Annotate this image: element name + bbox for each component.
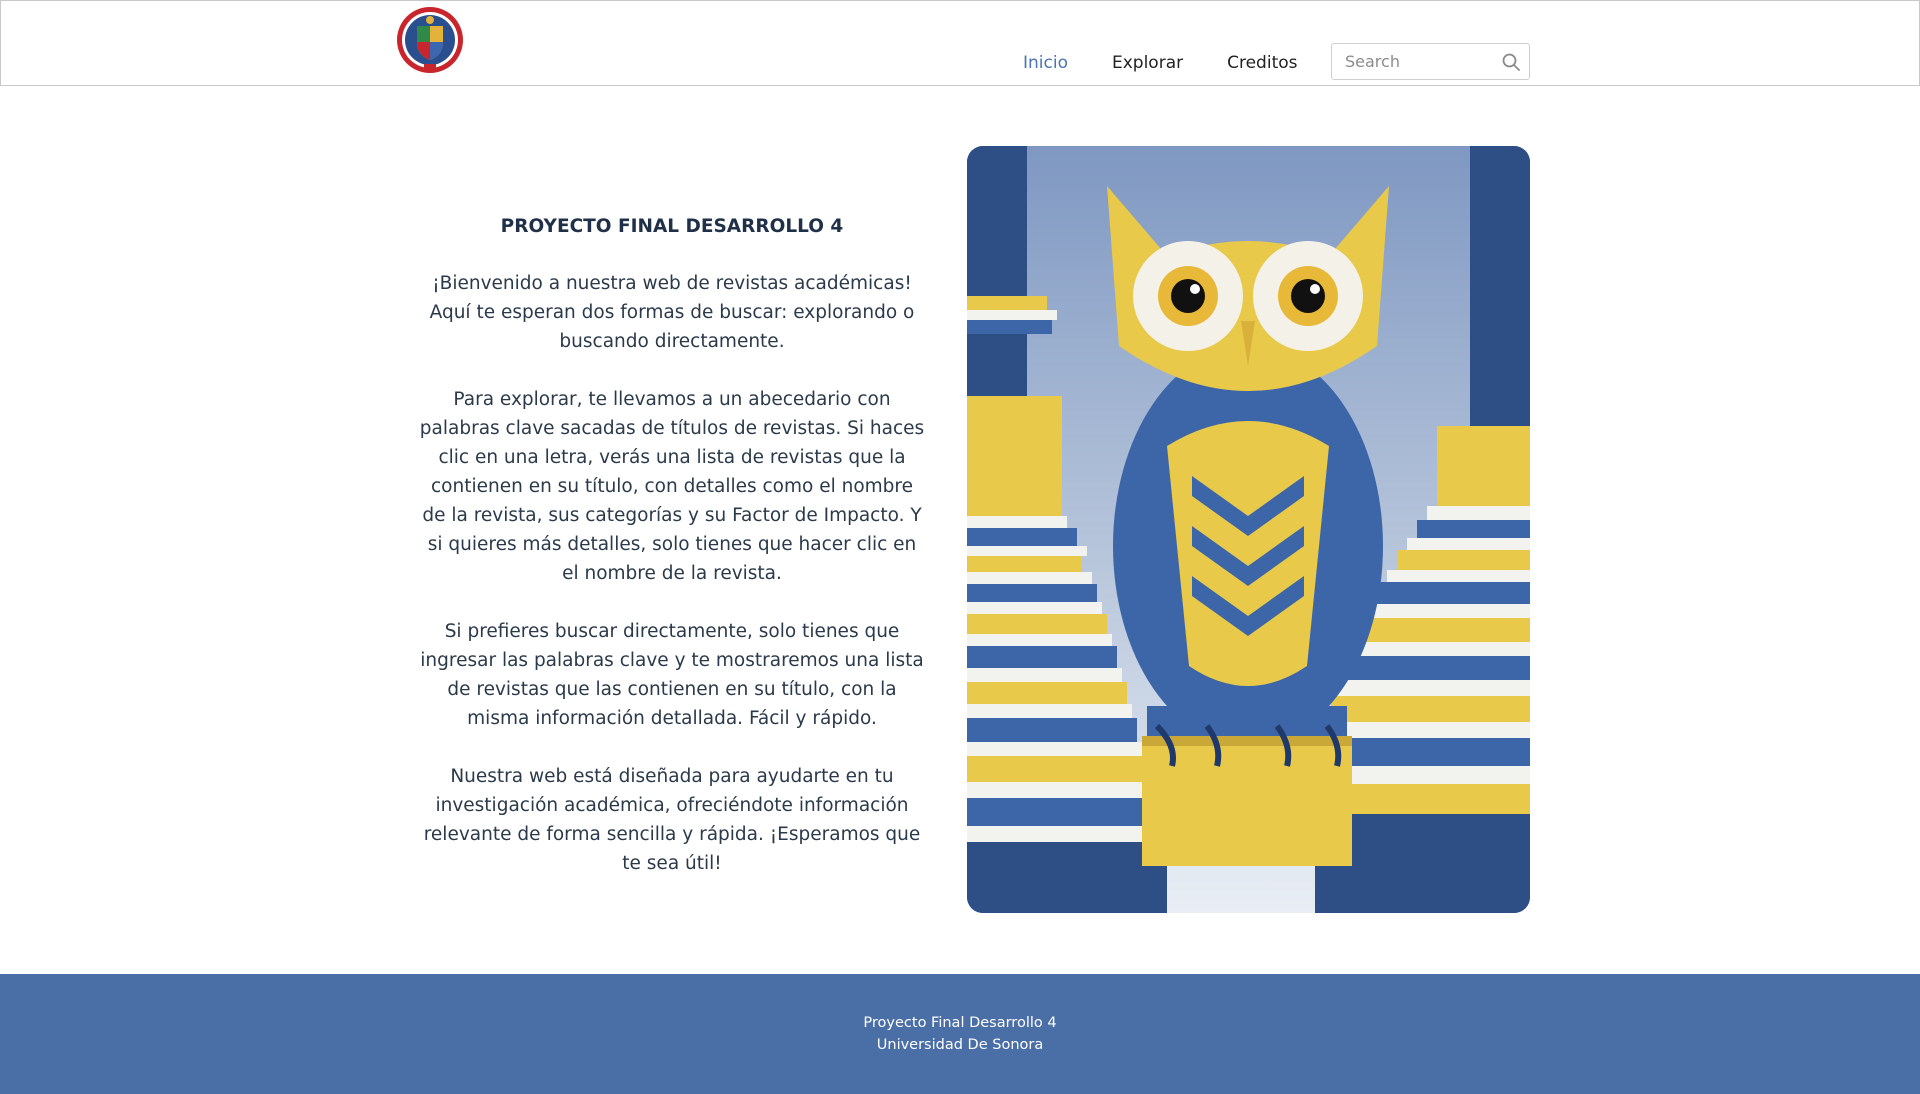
intro-paragraph: ¡Bienvenido a nuestra web de revistas ac… (429, 273, 915, 352)
intro-paragraph: Para explorar, te llevamos a un abecedar… (419, 389, 925, 584)
search-button[interactable] (1501, 52, 1521, 72)
search-icon (1502, 53, 1520, 71)
intro-text: PROYECTO FINAL DESARROLLO 4 ¡Bienvenido … (418, 212, 926, 907)
main-nav: Inicio Explorar Creditos (1001, 41, 1320, 87)
nav-explorar[interactable]: Explorar (1112, 53, 1183, 73)
hero-image (967, 146, 1530, 913)
owl-on-books-illustration (967, 146, 1530, 913)
intro-paragraph: Si prefieres buscar directamente, solo t… (420, 621, 924, 729)
university-seal-logo (397, 7, 463, 73)
search-box (1331, 43, 1530, 80)
nav-creditos[interactable]: Creditos (1227, 53, 1297, 73)
site-header: Inicio Explorar Creditos (0, 0, 1920, 86)
page-title: PROYECTO FINAL DESARROLLO 4 (500, 216, 844, 237)
main-content: PROYECTO FINAL DESARROLLO 4 ¡Bienvenido … (0, 86, 1920, 974)
nav-inicio[interactable]: Inicio (1023, 53, 1068, 73)
site-footer: Proyecto Final Desarrollo 4 Universidad … (0, 974, 1920, 1094)
search-input[interactable] (1332, 44, 1505, 79)
footer-project-name: Proyecto Final Desarrollo 4 (863, 1015, 1057, 1031)
footer-university-name: Universidad De Sonora (876, 1037, 1044, 1053)
intro-paragraph: Nuestra web está diseñada para ayudarte … (423, 766, 921, 874)
